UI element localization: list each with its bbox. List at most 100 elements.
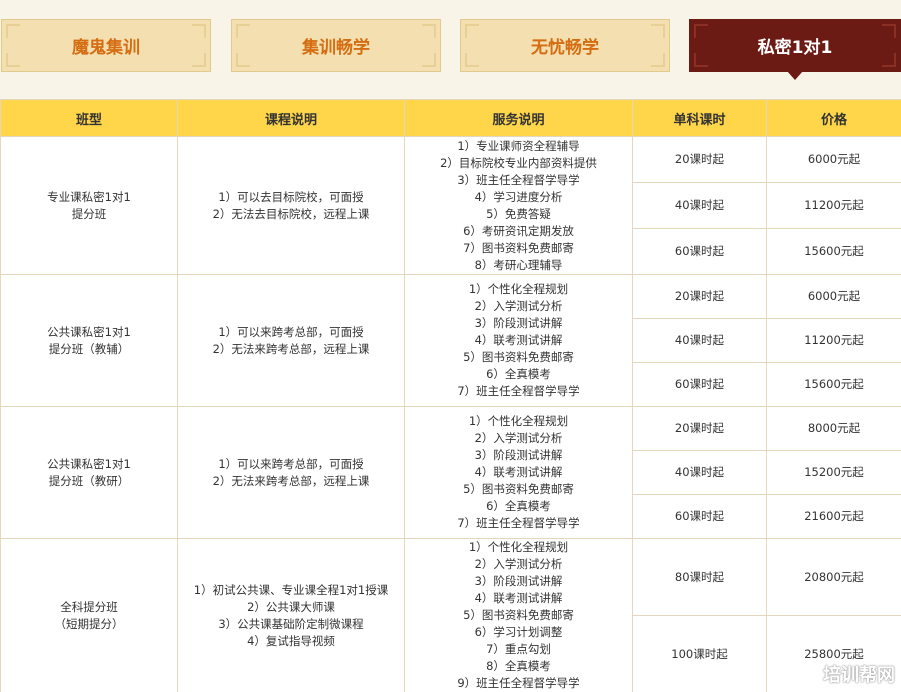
hours-cell: 20课时起	[632, 274, 767, 319]
course-desc-line: 4）复试指导视频	[247, 633, 335, 648]
service-line: 5）免费答疑	[486, 206, 551, 221]
service-line: 3）阶段测试讲解	[474, 574, 563, 588]
service-line: 3）阶段测试讲解	[474, 316, 563, 330]
service-line: 5）图书资料免费邮寄	[463, 482, 574, 496]
course-desc-line: 3）公共课基础阶定制微课程	[218, 616, 364, 631]
price-cell: 11200元起	[766, 318, 901, 363]
tab-bar: 魔鬼集训 集训畅学 无忧畅学 私密1对1	[0, 0, 901, 90]
hours-cell: 20课时起	[632, 136, 767, 183]
price-cell: 15600元起	[766, 362, 901, 407]
hours-cell: 20课时起	[632, 406, 767, 451]
course-desc-line: 2）无法来跨考总部，远程上课	[212, 341, 370, 356]
hours-cell: 60课时起	[632, 228, 767, 275]
course-desc-cell: 1）可以来跨考总部，可面授 2）无法来跨考总部，远程上课	[177, 274, 405, 407]
tab-private-one-on-one[interactable]: 私密1对1	[689, 19, 901, 80]
course-desc-cell: 1）可以来跨考总部，可面授 2）无法来跨考总部，远程上课	[177, 406, 405, 539]
tab-intensive-learning[interactable]: 集训畅学	[231, 19, 441, 72]
service-line: 1）个性化全程规划	[468, 282, 569, 296]
price-cell: 21600元起	[766, 494, 901, 539]
corner-ornament	[192, 24, 206, 38]
corner-ornament	[422, 53, 436, 67]
corner-ornament	[882, 24, 896, 38]
service-line: 7）重点勾划	[486, 642, 551, 656]
corner-ornament	[651, 24, 665, 38]
site-watermark: 培训帮网	[795, 660, 895, 688]
corner-ornament	[694, 24, 708, 38]
table-row: 全科提分班 （短期提分） 1）初试公共课、专业课全程1对1授课 2）公共课大师课…	[0, 538, 901, 692]
active-tab-pointer-icon	[787, 71, 803, 80]
header-class-type: 班型	[0, 99, 178, 137]
tab-label: 魔鬼集训	[72, 38, 140, 58]
course-desc-line: 2）无法来跨考总部，远程上课	[212, 473, 370, 488]
course-desc-line: 2）公共课大师课	[247, 599, 335, 614]
corner-ornament	[192, 53, 206, 67]
header-course-desc: 课程说明	[177, 99, 405, 137]
class-type-cell: 公共课私密1对1 提分班（教辅）	[0, 274, 178, 407]
corner-ornament	[422, 24, 436, 38]
price-cell: 8000元起	[766, 406, 901, 451]
service-line: 2）目标院校专业内部资料提供	[440, 155, 597, 170]
hours-cell: 100课时起	[632, 615, 767, 692]
class-type-line: 提分班（教辅）	[48, 341, 130, 356]
class-type-line: （短期提分）	[54, 616, 124, 631]
corner-ornament	[6, 24, 20, 38]
corner-ornament	[6, 53, 20, 67]
service-line: 3）班主任全程督学导学	[457, 172, 580, 187]
service-desc-cell: 1）专业课师资全程辅导 2）目标院校专业内部资料提供 3）班主任全程督学导学 4…	[404, 136, 633, 275]
corner-ornament	[694, 53, 708, 67]
service-line: 2）入学测试分析	[474, 299, 563, 313]
service-line: 7）班主任全程督学导学	[457, 384, 580, 398]
course-desc-line: 1）可以去目标院校，可面授	[218, 189, 364, 204]
class-type-line: 公共课私密1对1	[47, 456, 131, 471]
price-cell: 20800元起	[766, 538, 901, 616]
service-line: 6）学习计划调整	[474, 625, 563, 639]
corner-ornament	[236, 24, 250, 38]
hours-cell: 40课时起	[632, 318, 767, 363]
hours-cell: 40课时起	[632, 182, 767, 229]
service-line: 5）图书资料免费邮寄	[463, 608, 574, 622]
service-line: 1）个性化全程规划	[468, 540, 569, 554]
class-type-cell: 全科提分班 （短期提分）	[0, 538, 178, 692]
hours-cell: 80课时起	[632, 538, 767, 616]
class-type-cell: 公共课私密1对1 提分班（教研）	[0, 406, 178, 539]
price-cell: 6000元起	[766, 136, 901, 183]
service-desc-cell: 1）个性化全程规划 2）入学测试分析 3）阶段测试讲解 4）联考测试讲解 5）图…	[404, 274, 633, 407]
course-desc-line: 1）可以来跨考总部，可面授	[218, 456, 364, 471]
service-line: 6）考研资讯定期发放	[463, 223, 574, 238]
price-cell: 11200元起	[766, 182, 901, 229]
service-line: 4）联考测试讲解	[474, 465, 563, 479]
hours-cell: 60课时起	[632, 494, 767, 539]
service-line: 8）考研心理辅导	[474, 257, 563, 272]
service-line: 2）入学测试分析	[474, 431, 563, 445]
header-hours: 单科课时	[632, 99, 767, 137]
service-line: 7）班主任全程督学导学	[457, 516, 580, 530]
hours-cell: 40课时起	[632, 450, 767, 495]
tab-devil-training[interactable]: 魔鬼集训	[1, 19, 211, 72]
tab-worry-free-learning[interactable]: 无忧畅学	[460, 19, 670, 72]
service-line: 7）图书资料免费邮寄	[463, 240, 574, 255]
course-desc-cell: 1）初试公共课、专业课全程1对1授课 2）公共课大师课 3）公共课基础阶定制微课…	[177, 538, 405, 692]
service-line: 6）全真模考	[486, 499, 551, 513]
price-cell: 6000元起	[766, 274, 901, 319]
service-line: 4）联考测试讲解	[474, 333, 563, 347]
class-type-line: 提分班（教研）	[48, 473, 130, 488]
class-type-line: 专业课私密1对1	[47, 189, 131, 204]
corner-ornament	[651, 53, 665, 67]
service-line: 4）联考测试讲解	[474, 591, 563, 605]
table-row: 公共课私密1对1 提分班（教辅） 1）可以来跨考总部，可面授 2）无法来跨考总部…	[0, 274, 901, 407]
service-line: 5）图书资料免费邮寄	[463, 350, 574, 364]
service-line: 2）入学测试分析	[474, 557, 563, 571]
class-type-line: 公共课私密1对1	[47, 324, 131, 339]
corner-ornament	[882, 53, 896, 67]
table-header-row: 班型 课程说明 服务说明 单科课时 价格	[0, 99, 901, 137]
class-type-line: 全科提分班	[60, 599, 118, 614]
tab-label: 私密1对1	[757, 38, 833, 58]
class-type-cell: 专业课私密1对1 提分班	[0, 136, 178, 275]
watermark-text: 培训帮网	[823, 665, 895, 686]
course-desc-line: 1）可以来跨考总部，可面授	[218, 324, 364, 339]
service-line: 1）个性化全程规划	[468, 414, 569, 428]
corner-ornament	[465, 53, 479, 67]
service-line: 9）班主任全程督学导学	[457, 676, 580, 690]
service-line: 3）阶段测试讲解	[474, 448, 563, 462]
service-desc-cell: 1）个性化全程规划 2）入学测试分析 3）阶段测试讲解 4）联考测试讲解 5）图…	[404, 538, 633, 692]
